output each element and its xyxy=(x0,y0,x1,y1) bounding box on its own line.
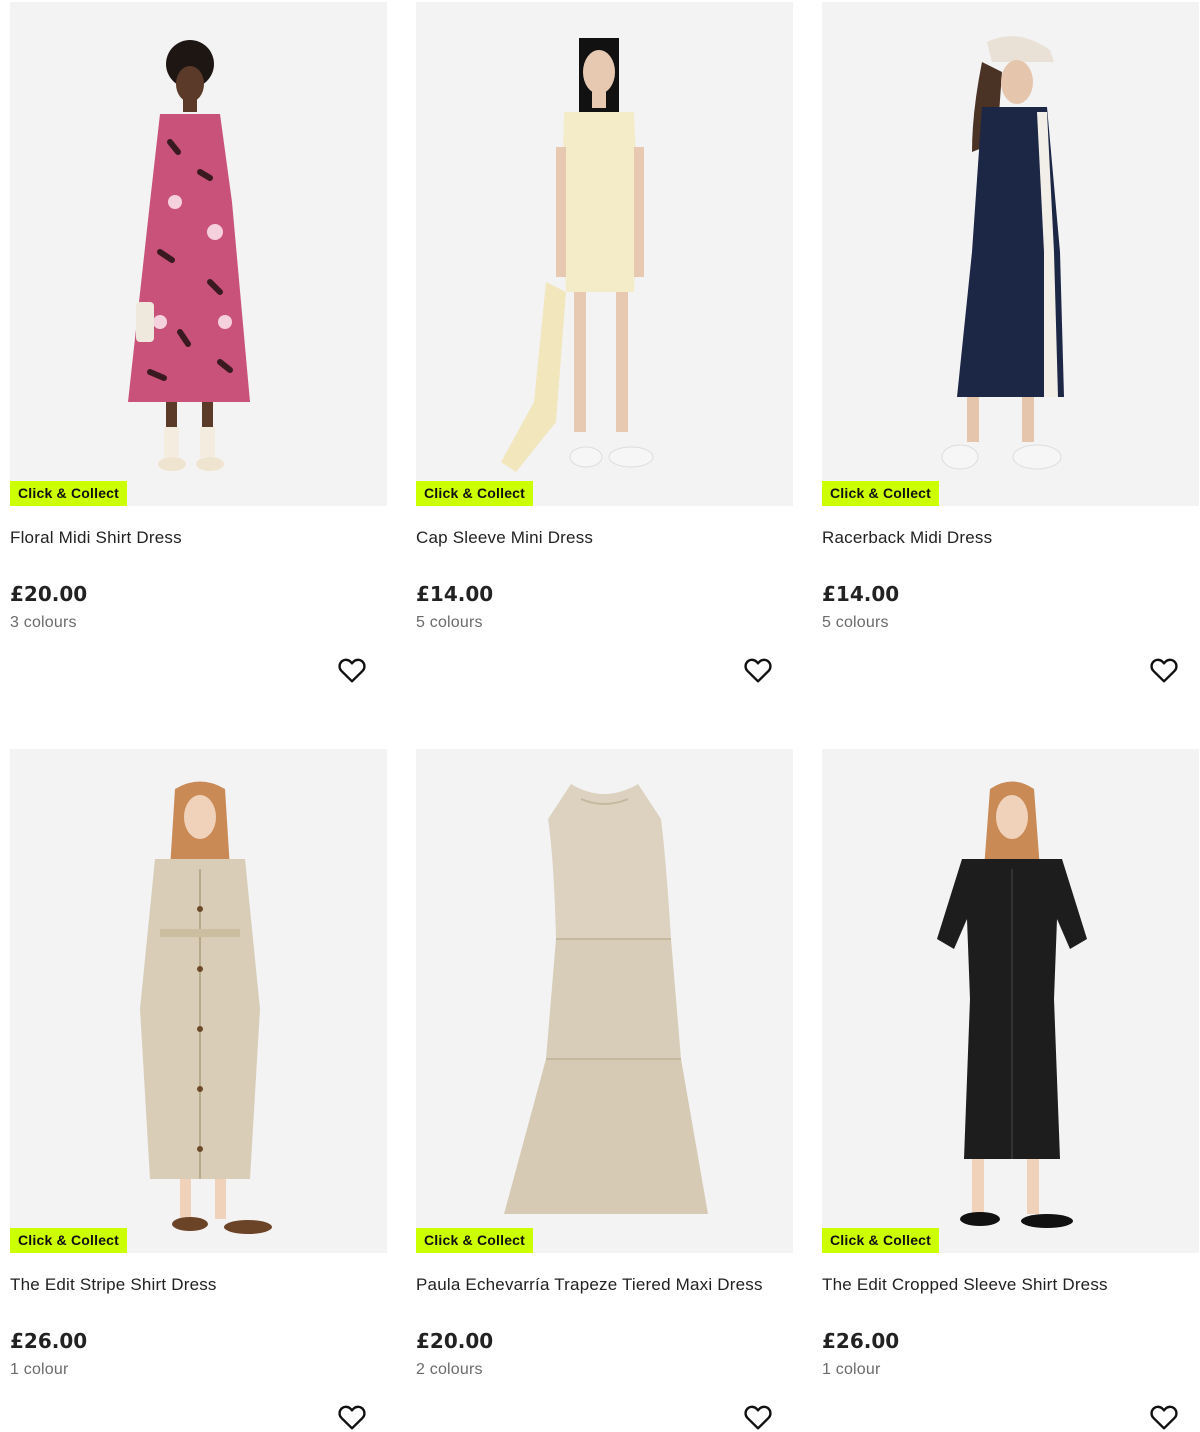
product-card[interactable]: Click & Collect Racerback Midi Dress £14… xyxy=(822,2,1199,683)
product-title[interactable]: Racerback Midi Dress xyxy=(822,528,992,548)
product-title[interactable]: Cap Sleeve Mini Dress xyxy=(416,528,593,548)
product-image[interactable]: Click & Collect xyxy=(822,2,1199,506)
product-price: £14.00 xyxy=(822,582,900,606)
wishlist-heart-icon[interactable] xyxy=(742,654,774,686)
product-colours: 1 colour xyxy=(822,1361,881,1378)
product-colours: 5 colours xyxy=(416,614,483,631)
product-title[interactable]: Floral Midi Shirt Dress xyxy=(10,528,182,548)
model-floral-dress-image xyxy=(128,40,250,471)
product-title[interactable]: The Edit Cropped Sleeve Shirt Dress xyxy=(822,1275,1108,1295)
product-image[interactable]: Click & Collect xyxy=(10,2,387,506)
product-card[interactable]: Click & Collect The Edit Cropped Sleeve … xyxy=(822,749,1199,1430)
product-price: £20.00 xyxy=(416,1329,494,1353)
model-navy-dress-image xyxy=(941,36,1064,470)
product-price: £26.00 xyxy=(10,1329,88,1353)
product-colours: 1 colour xyxy=(10,1361,69,1378)
wishlist-heart-icon[interactable] xyxy=(742,1401,774,1432)
flatlay-tiered-dress-image xyxy=(504,784,708,1214)
click-collect-badge: Click & Collect xyxy=(416,1228,534,1253)
product-card[interactable]: Click & Collect Cap Sleeve Mini Dress £1… xyxy=(416,2,793,683)
product-price: £20.00 xyxy=(10,582,88,606)
wishlist-heart-icon[interactable] xyxy=(1148,1401,1180,1432)
click-collect-badge: Click & Collect xyxy=(822,481,940,506)
product-title[interactable]: The Edit Stripe Shirt Dress xyxy=(10,1275,217,1295)
product-image[interactable]: Click & Collect xyxy=(822,749,1199,1253)
product-colours: 2 colours xyxy=(416,1361,483,1378)
model-cream-dress-image xyxy=(501,38,654,472)
product-card[interactable]: Click & Collect The Edit Stripe Shirt Dr… xyxy=(10,749,387,1430)
wishlist-heart-icon[interactable] xyxy=(336,654,368,686)
wishlist-heart-icon[interactable] xyxy=(1148,654,1180,686)
product-colours: 5 colours xyxy=(822,614,889,631)
click-collect-badge: Click & Collect xyxy=(822,1228,940,1253)
product-card[interactable]: Click & Collect Floral Midi Shirt Dress … xyxy=(10,2,387,683)
model-beige-shirt-dress-image xyxy=(140,781,272,1234)
product-price: £26.00 xyxy=(822,1329,900,1353)
click-collect-badge: Click & Collect xyxy=(416,481,534,506)
product-image[interactable]: Click & Collect xyxy=(416,2,793,506)
model-black-shirt-dress-image xyxy=(937,781,1087,1228)
product-image[interactable]: Click & Collect xyxy=(10,749,387,1253)
click-collect-badge: Click & Collect xyxy=(10,1228,128,1253)
product-colours: 3 colours xyxy=(10,614,77,631)
product-title[interactable]: Paula Echevarría Trapeze Tiered Maxi Dre… xyxy=(416,1275,763,1295)
click-collect-badge: Click & Collect xyxy=(10,481,128,506)
product-card[interactable]: Click & Collect Paula Echevarría Trapeze… xyxy=(416,749,793,1430)
wishlist-heart-icon[interactable] xyxy=(336,1401,368,1432)
product-image[interactable]: Click & Collect xyxy=(416,749,793,1253)
product-price: £14.00 xyxy=(416,582,494,606)
